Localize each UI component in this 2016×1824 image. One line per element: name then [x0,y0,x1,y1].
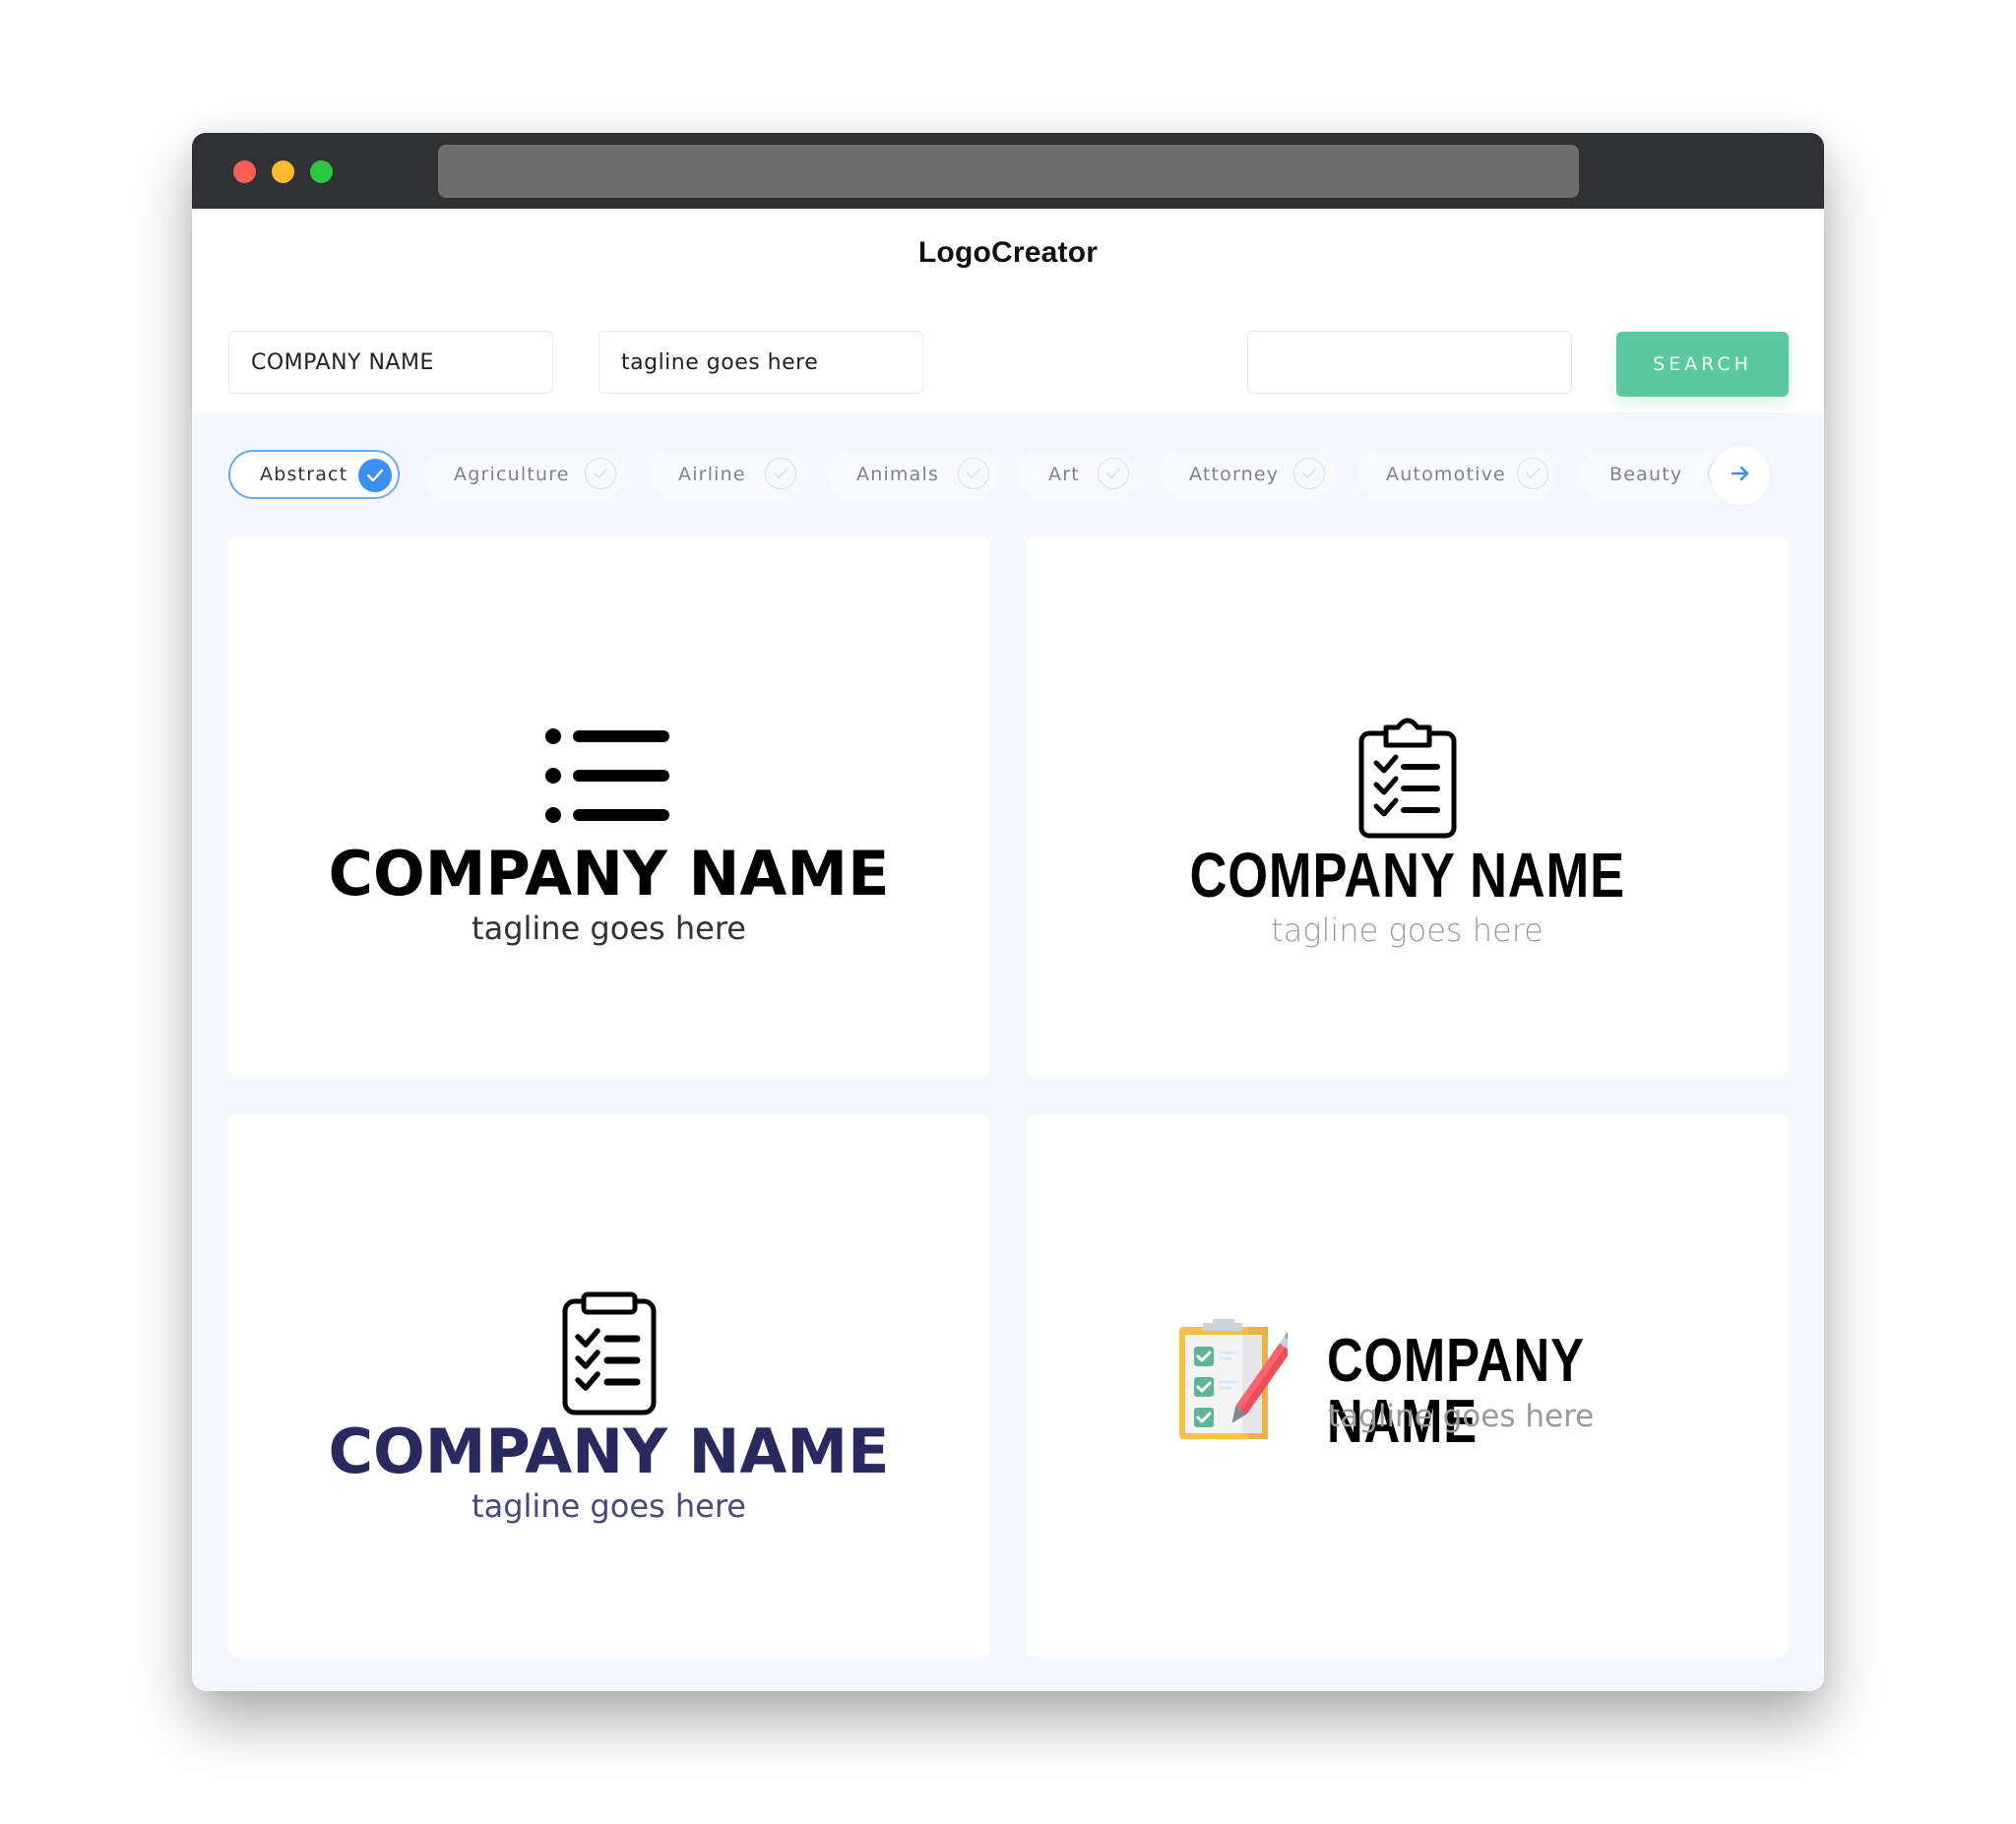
tagline-input[interactable]: tagline goes here [598,331,923,394]
tagline-value: tagline goes here [621,349,819,375]
logo-card[interactable]: COMPANY NAME tagline goes here [228,536,989,1076]
browser-window: LogoCreator COMPANY NAME tagline goes he… [192,133,1824,1691]
check-icon [1517,458,1548,489]
keyword-input[interactable] [1247,331,1572,394]
address-bar[interactable] [438,145,1579,198]
category-chip-agriculture[interactable]: Agriculture [424,450,624,499]
logo-company-name-wrap: COMPANY NAME [1027,844,1788,907]
chip-label: Automotive [1386,464,1506,485]
check-icon [1293,458,1325,489]
list-icon [228,728,989,829]
check-icon [585,458,616,489]
logo-card[interactable]: COMPANY NAME tagline goes here [1027,536,1788,1076]
check-icon [765,458,796,489]
close-window-button[interactable] [233,160,256,183]
category-chip-attorney[interactable]: Attorney [1160,450,1333,499]
chip-label: Agriculture [454,464,570,485]
brand-logo[interactable]: LogoCreator [192,236,1824,270]
chip-label: Beauty [1609,464,1683,485]
title-bar [192,133,1824,209]
chip-label: Animals [856,464,940,485]
logo-company-name: COMPANY NAME [328,1415,890,1487]
site-header: LogoCreator [192,209,1824,308]
maximize-window-button[interactable] [310,160,333,183]
category-chip-airline[interactable]: Airline [649,450,804,499]
chip-label: Art [1048,464,1080,485]
check-icon [958,458,989,489]
category-filter-bar: Abstract Agriculture Airline Animals Art… [228,450,1784,499]
clipboard-check-icon [1027,716,1788,844]
company-name-value: COMPANY NAME [251,349,434,375]
category-chip-art[interactable]: Art [1019,450,1137,499]
search-bar: COMPANY NAME tagline goes here SEARCH [192,308,1824,412]
logo-tagline: tagline goes here [1328,1399,1595,1434]
search-button[interactable]: SEARCH [1616,332,1789,397]
logo-company-name-wrap: COMPANY NAME [1327,1331,1740,1453]
clipboard-check-icon [228,1291,989,1419]
arrow-right-icon [1731,466,1750,485]
next-categories-button[interactable] [1711,446,1770,505]
company-name-input[interactable]: COMPANY NAME [228,331,553,394]
chip-label: Abstract [260,464,348,485]
chip-label: Airline [678,464,746,485]
logo-card[interactable]: COMPANY NAME tagline goes here [1027,1114,1788,1657]
logo-company-name: COMPANY NAME [1189,840,1625,911]
category-chip-abstract[interactable]: Abstract [228,450,400,499]
category-chip-animals[interactable]: Animals [827,450,997,499]
category-chip-automotive[interactable]: Automotive [1356,450,1556,499]
logo-tagline: tagline goes here [1271,912,1544,949]
logo-tagline: tagline goes here [472,1487,746,1525]
logo-card[interactable]: COMPANY NAME tagline goes here [228,1114,989,1657]
clipboard-pencil-icon [1177,1317,1299,1445]
minimize-window-button[interactable] [272,160,294,183]
logo-company-name: COMPANY NAME [328,838,890,910]
logo-tagline: tagline goes here [472,910,746,947]
chip-label: Attorney [1189,464,1280,485]
check-icon [1098,458,1129,489]
logo-company-name: COMPANY NAME [1327,1327,1584,1456]
check-icon [358,459,392,492]
